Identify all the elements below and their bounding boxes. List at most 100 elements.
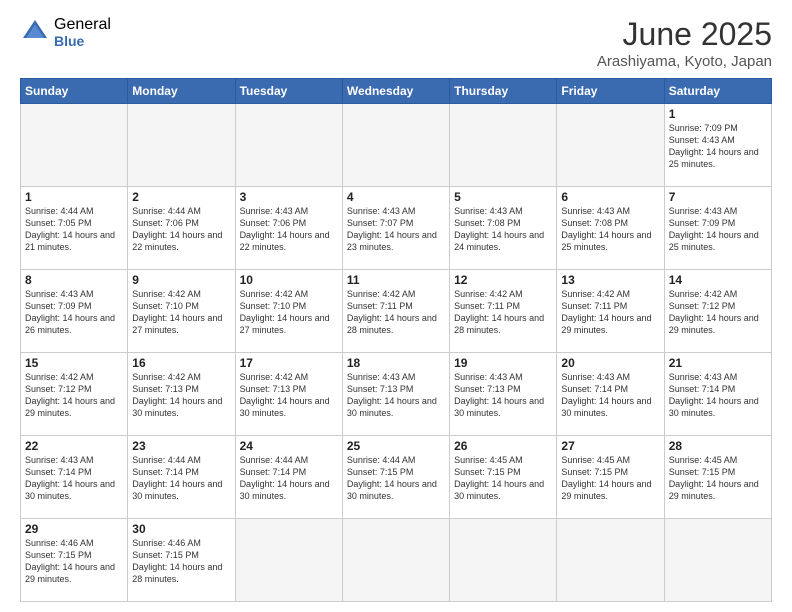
cell-info: Sunrise: 4:44 AMSunset: 7:06 PMDaylight:…	[132, 206, 222, 252]
calendar-cell: 10 Sunrise: 4:42 AMSunset: 7:10 PMDaylig…	[235, 270, 342, 353]
calendar-cell: 15 Sunrise: 4:42 AMSunset: 7:12 PMDaylig…	[21, 353, 128, 436]
calendar-cell: 1 Sunrise: 7:09 PMSunset: 4:43 AMDayligh…	[664, 104, 771, 187]
day-number: 27	[561, 439, 659, 453]
calendar-cell	[21, 104, 128, 187]
day-number: 18	[347, 356, 445, 370]
cell-info: Sunrise: 4:43 AMSunset: 7:06 PMDaylight:…	[240, 206, 330, 252]
cell-info: Sunrise: 4:43 AMSunset: 7:09 PMDaylight:…	[669, 206, 759, 252]
day-number: 12	[454, 273, 552, 287]
logo-icon	[20, 17, 50, 47]
cell-info: Sunrise: 4:45 AMSunset: 7:15 PMDaylight:…	[454, 455, 544, 501]
cell-info: Sunrise: 4:42 AMSunset: 7:13 PMDaylight:…	[132, 372, 222, 418]
calendar-cell	[557, 519, 664, 602]
day-number: 28	[669, 439, 767, 453]
calendar-cell: 2 Sunrise: 4:44 AMSunset: 7:06 PMDayligh…	[128, 187, 235, 270]
day-number: 14	[669, 273, 767, 287]
cell-info: Sunrise: 4:42 AMSunset: 7:12 PMDaylight:…	[669, 289, 759, 335]
cell-info: Sunrise: 4:46 AMSunset: 7:15 PMDaylight:…	[132, 538, 222, 584]
day-header-saturday: Saturday	[664, 79, 771, 104]
cell-info: Sunrise: 4:42 AMSunset: 7:11 PMDaylight:…	[454, 289, 544, 335]
calendar-cell: 24 Sunrise: 4:44 AMSunset: 7:14 PMDaylig…	[235, 436, 342, 519]
calendar-cell: 7 Sunrise: 4:43 AMSunset: 7:09 PMDayligh…	[664, 187, 771, 270]
calendar-cell: 16 Sunrise: 4:42 AMSunset: 7:13 PMDaylig…	[128, 353, 235, 436]
day-number: 21	[669, 356, 767, 370]
calendar-cell: 4 Sunrise: 4:43 AMSunset: 7:07 PMDayligh…	[342, 187, 449, 270]
day-number: 20	[561, 356, 659, 370]
calendar-cell: 12 Sunrise: 4:42 AMSunset: 7:11 PMDaylig…	[450, 270, 557, 353]
day-number: 5	[454, 190, 552, 204]
calendar-cell	[342, 519, 449, 602]
day-number: 3	[240, 190, 338, 204]
calendar-cell	[235, 519, 342, 602]
day-number: 15	[25, 356, 123, 370]
cell-info: Sunrise: 4:46 AMSunset: 7:15 PMDaylight:…	[25, 538, 115, 584]
calendar-cell: 19 Sunrise: 4:43 AMSunset: 7:13 PMDaylig…	[450, 353, 557, 436]
day-number: 17	[240, 356, 338, 370]
logo-text: General Blue	[54, 16, 111, 49]
cell-info: Sunrise: 7:09 PMSunset: 4:43 AMDaylight:…	[669, 123, 759, 169]
main-title: June 2025	[597, 16, 772, 53]
calendar-cell	[557, 104, 664, 187]
page: General Blue June 2025 Arashiyama, Kyoto…	[0, 0, 792, 612]
calendar-cell: 21 Sunrise: 4:43 AMSunset: 7:14 PMDaylig…	[664, 353, 771, 436]
day-number: 11	[347, 273, 445, 287]
calendar-cell: 3 Sunrise: 4:43 AMSunset: 7:06 PMDayligh…	[235, 187, 342, 270]
cell-info: Sunrise: 4:43 AMSunset: 7:14 PMDaylight:…	[25, 455, 115, 501]
day-number: 1	[669, 107, 767, 121]
day-number: 6	[561, 190, 659, 204]
calendar-cell: 17 Sunrise: 4:42 AMSunset: 7:13 PMDaylig…	[235, 353, 342, 436]
cell-info: Sunrise: 4:45 AMSunset: 7:15 PMDaylight:…	[669, 455, 759, 501]
day-number: 8	[25, 273, 123, 287]
calendar-cell: 20 Sunrise: 4:43 AMSunset: 7:14 PMDaylig…	[557, 353, 664, 436]
day-number: 4	[347, 190, 445, 204]
cell-info: Sunrise: 4:42 AMSunset: 7:11 PMDaylight:…	[347, 289, 437, 335]
cell-info: Sunrise: 4:43 AMSunset: 7:08 PMDaylight:…	[561, 206, 651, 252]
title-block: June 2025 Arashiyama, Kyoto, Japan	[597, 16, 772, 70]
day-number: 9	[132, 273, 230, 287]
logo-general: General	[54, 16, 111, 34]
week-row-5: 29 Sunrise: 4:46 AMSunset: 7:15 PMDaylig…	[21, 519, 772, 602]
week-row-2: 8 Sunrise: 4:43 AMSunset: 7:09 PMDayligh…	[21, 270, 772, 353]
calendar-cell: 14 Sunrise: 4:42 AMSunset: 7:12 PMDaylig…	[664, 270, 771, 353]
cell-info: Sunrise: 4:43 AMSunset: 7:14 PMDaylight:…	[561, 372, 651, 418]
day-header-monday: Monday	[128, 79, 235, 104]
day-number: 10	[240, 273, 338, 287]
week-row-1: 1 Sunrise: 4:44 AMSunset: 7:05 PMDayligh…	[21, 187, 772, 270]
cell-info: Sunrise: 4:45 AMSunset: 7:15 PMDaylight:…	[561, 455, 651, 501]
calendar-cell	[450, 104, 557, 187]
calendar-cell	[128, 104, 235, 187]
calendar-cell	[450, 519, 557, 602]
calendar-cell	[235, 104, 342, 187]
day-number: 25	[347, 439, 445, 453]
cell-info: Sunrise: 4:43 AMSunset: 7:09 PMDaylight:…	[25, 289, 115, 335]
calendar-cell: 11 Sunrise: 4:42 AMSunset: 7:11 PMDaylig…	[342, 270, 449, 353]
calendar-cell: 9 Sunrise: 4:42 AMSunset: 7:10 PMDayligh…	[128, 270, 235, 353]
day-header-thursday: Thursday	[450, 79, 557, 104]
cell-info: Sunrise: 4:42 AMSunset: 7:12 PMDaylight:…	[25, 372, 115, 418]
calendar-cell: 1 Sunrise: 4:44 AMSunset: 7:05 PMDayligh…	[21, 187, 128, 270]
week-row-0: 1 Sunrise: 7:09 PMSunset: 4:43 AMDayligh…	[21, 104, 772, 187]
calendar-cell: 30 Sunrise: 4:46 AMSunset: 7:15 PMDaylig…	[128, 519, 235, 602]
cell-info: Sunrise: 4:42 AMSunset: 7:10 PMDaylight:…	[240, 289, 330, 335]
day-number: 26	[454, 439, 552, 453]
calendar-cell: 26 Sunrise: 4:45 AMSunset: 7:15 PMDaylig…	[450, 436, 557, 519]
logo-blue: Blue	[54, 34, 111, 49]
day-number: 7	[669, 190, 767, 204]
calendar-cell: 23 Sunrise: 4:44 AMSunset: 7:14 PMDaylig…	[128, 436, 235, 519]
cell-info: Sunrise: 4:42 AMSunset: 7:10 PMDaylight:…	[132, 289, 222, 335]
cell-info: Sunrise: 4:44 AMSunset: 7:14 PMDaylight:…	[132, 455, 222, 501]
day-number: 23	[132, 439, 230, 453]
calendar-body: 1 Sunrise: 7:09 PMSunset: 4:43 AMDayligh…	[21, 104, 772, 602]
calendar-cell: 6 Sunrise: 4:43 AMSunset: 7:08 PMDayligh…	[557, 187, 664, 270]
cell-info: Sunrise: 4:43 AMSunset: 7:08 PMDaylight:…	[454, 206, 544, 252]
header: General Blue June 2025 Arashiyama, Kyoto…	[20, 16, 772, 70]
day-number: 24	[240, 439, 338, 453]
calendar-cell	[342, 104, 449, 187]
day-number: 22	[25, 439, 123, 453]
cell-info: Sunrise: 4:43 AMSunset: 7:13 PMDaylight:…	[347, 372, 437, 418]
calendar-table: SundayMondayTuesdayWednesdayThursdayFrid…	[20, 78, 772, 602]
day-header-sunday: Sunday	[21, 79, 128, 104]
calendar-cell: 28 Sunrise: 4:45 AMSunset: 7:15 PMDaylig…	[664, 436, 771, 519]
calendar-cell: 25 Sunrise: 4:44 AMSunset: 7:15 PMDaylig…	[342, 436, 449, 519]
day-number: 2	[132, 190, 230, 204]
